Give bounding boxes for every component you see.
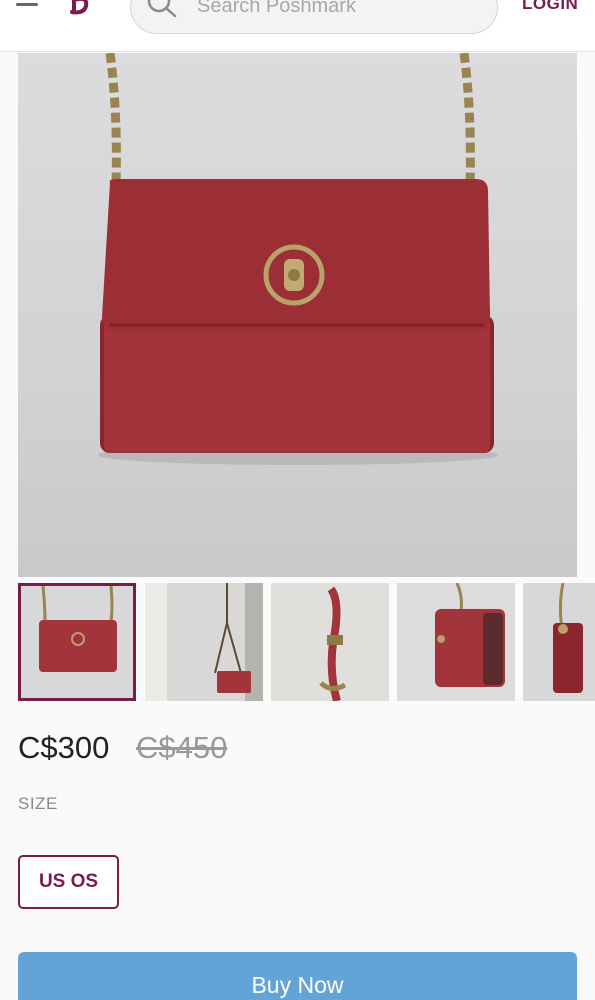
size-label: SIZE (18, 794, 58, 813)
thumbnail-5[interactable] (523, 583, 595, 701)
buy-now-button[interactable]: Buy Now (18, 952, 577, 1000)
hamburger-menu-icon[interactable] (16, 0, 40, 10)
handbag-image (98, 53, 498, 465)
login-link[interactable]: LOGIN (522, 0, 578, 14)
size-option-label: US OS (38, 871, 99, 892)
search-input[interactable]: Search Poshmark (130, 0, 498, 34)
product-page: Search Poshmark LOGIN C$300 C$450 SIZE U… (0, 0, 595, 1000)
thumbnail-2[interactable] (145, 583, 263, 701)
search-placeholder: Search Poshmark (197, 0, 356, 17)
buy-now-label: Buy Now (251, 972, 344, 998)
search-icon (147, 0, 177, 18)
thumbnail-4[interactable] (397, 583, 515, 701)
main-product-photo[interactable] (18, 53, 577, 577)
top-nav-bar: Search Poshmark LOGIN (0, 0, 595, 52)
current-price: C$300 (18, 730, 110, 765)
thumbnail-1[interactable] (18, 583, 136, 701)
thumbnail-strip (18, 583, 595, 701)
size-option-us-os[interactable]: US OS (18, 855, 119, 909)
original-price: C$450 (136, 730, 228, 765)
poshmark-logo[interactable] (64, 0, 98, 22)
thumbnail-3[interactable] (271, 583, 389, 701)
